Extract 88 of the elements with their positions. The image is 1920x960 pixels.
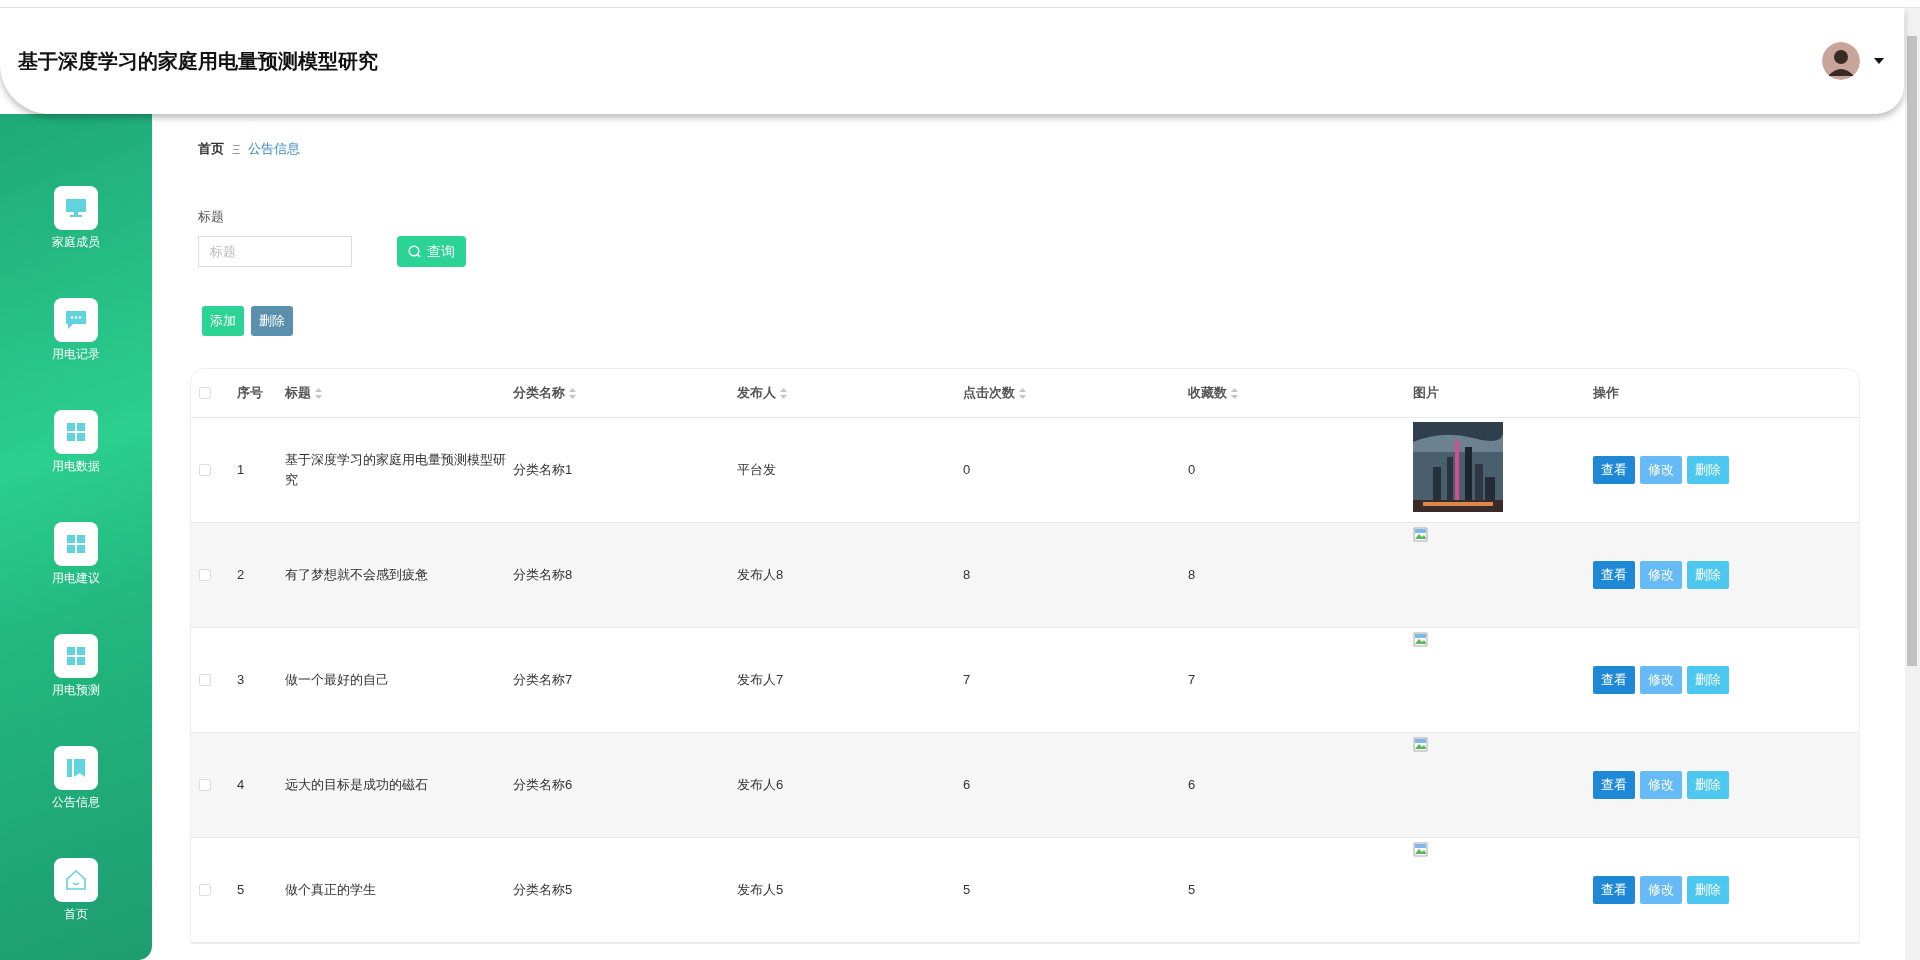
table-cell-text: 0 [963,461,972,479]
table-cell-text: 分类名称1 [513,461,574,479]
edit-button[interactable]: 修改 [1640,456,1682,484]
add-button[interactable]: 添加 [202,306,244,336]
table-cell-text: 平台发 [737,461,777,479]
column-header[interactable]: 分类名称 [513,384,737,402]
sort-icon[interactable] [780,387,787,399]
table-cell-text: 6 [963,776,972,794]
table-cell-text: 5 [237,881,246,899]
table-cell-text: 分类名称7 [513,671,574,689]
chat-icon [65,310,87,330]
view-button[interactable]: 查看 [1593,666,1635,694]
delete-button[interactable]: 删除 [1687,456,1729,484]
column-header[interactable]: 点击次数 [963,384,1188,402]
table-cell-text: 发布人5 [737,881,785,899]
home-icon [65,869,87,891]
table-cell-text: 6 [1188,776,1197,794]
table-cell-text: 做个真正的学生 [285,881,377,899]
sort-icon[interactable] [1019,387,1026,399]
table-cell-text: 5 [1188,881,1197,899]
checkbox[interactable] [199,674,211,686]
table-cell-text: 8 [1188,566,1197,584]
edit-button[interactable]: 修改 [1640,666,1682,694]
table-cell-text: 7 [963,671,972,689]
table-cell-text: 4 [237,776,246,794]
table-cell-text: 有了梦想就不会感到疲惫 [285,566,429,584]
edit-button[interactable]: 修改 [1640,771,1682,799]
sort-icon[interactable] [315,387,322,399]
sort-icon[interactable] [1231,387,1238,399]
table-cell-text: 7 [1188,671,1197,689]
column-header: 操作 [1593,384,1620,402]
table-cell-text: 发布人8 [737,566,785,584]
sort-icon[interactable] [569,387,576,399]
table-cell-text: 远大的目标是成功的磁石 [285,776,429,794]
table-cell-text: 5 [963,881,972,899]
table-cell-text: 8 [963,566,972,584]
table-cell-text: 3 [237,671,246,689]
grid-icon [66,422,86,442]
table-cell-text: 0 [1188,461,1197,479]
edit-button[interactable]: 修改 [1640,561,1682,589]
delete-button[interactable]: 删除 [251,306,293,336]
delete-button[interactable]: 删除 [1687,561,1729,589]
app-title: 基于深度学习的家庭用电量预测模型研究 [18,48,378,74]
checkbox[interactable] [199,569,211,581]
column-header[interactable]: 发布人 [737,384,963,402]
search-button[interactable]: 查询 [397,236,466,267]
view-button[interactable]: 查看 [1593,771,1635,799]
checkbox[interactable] [199,779,211,791]
column-header: 序号 [237,384,264,402]
breadcrumb-current: 公告信息 [248,140,301,158]
table-cell-text: 1 [237,461,246,479]
table-cell-text: 分类名称8 [513,566,574,584]
checkbox[interactable] [199,884,211,896]
monitor-icon [65,198,87,218]
broken-image-icon [1413,737,1428,752]
table-cell-text: 基于深度学习的家庭用电量预测模型研究 [285,451,507,489]
edit-button[interactable]: 修改 [1640,876,1682,904]
delete-button[interactable]: 删除 [1687,666,1729,694]
grid-icon [66,646,86,666]
view-button[interactable]: 查看 [1593,876,1635,904]
book-icon [66,758,86,778]
broken-image-icon [1413,842,1428,857]
column-header: 图片 [1413,384,1440,402]
table-cell-text: 发布人6 [737,776,785,794]
title-input-field[interactable]: 标题 [198,236,352,267]
table-cell-text: 发布人7 [737,671,785,689]
checkbox[interactable] [199,464,211,476]
table-cell-text: 2 [237,566,246,584]
delete-button[interactable]: 删除 [1687,876,1729,904]
field-label: 标题 [198,208,225,226]
delete-button[interactable]: 删除 [1687,771,1729,799]
breadcrumb-link[interactable]: 首页 [198,140,224,158]
column-header[interactable]: 收藏数 [1188,384,1413,402]
broken-image-icon [1413,527,1428,542]
search-icon [408,245,421,258]
avatar[interactable] [1822,42,1860,80]
table-cell-text: 分类名称5 [513,881,574,899]
grid-icon [66,534,86,554]
broken-image-icon [1413,632,1428,647]
caret-icon[interactable] [1874,58,1884,64]
column-header[interactable]: 标题 [285,384,513,402]
table-cell-text: 做一个最好的自己 [285,671,390,689]
checkbox[interactable] [199,387,211,399]
breadcrumb-separator: Ξ [232,141,241,157]
view-button[interactable]: 查看 [1593,561,1635,589]
table-cell-text: 分类名称6 [513,776,574,794]
view-button[interactable]: 查看 [1593,456,1635,484]
scrollbar[interactable] [1905,8,1920,960]
